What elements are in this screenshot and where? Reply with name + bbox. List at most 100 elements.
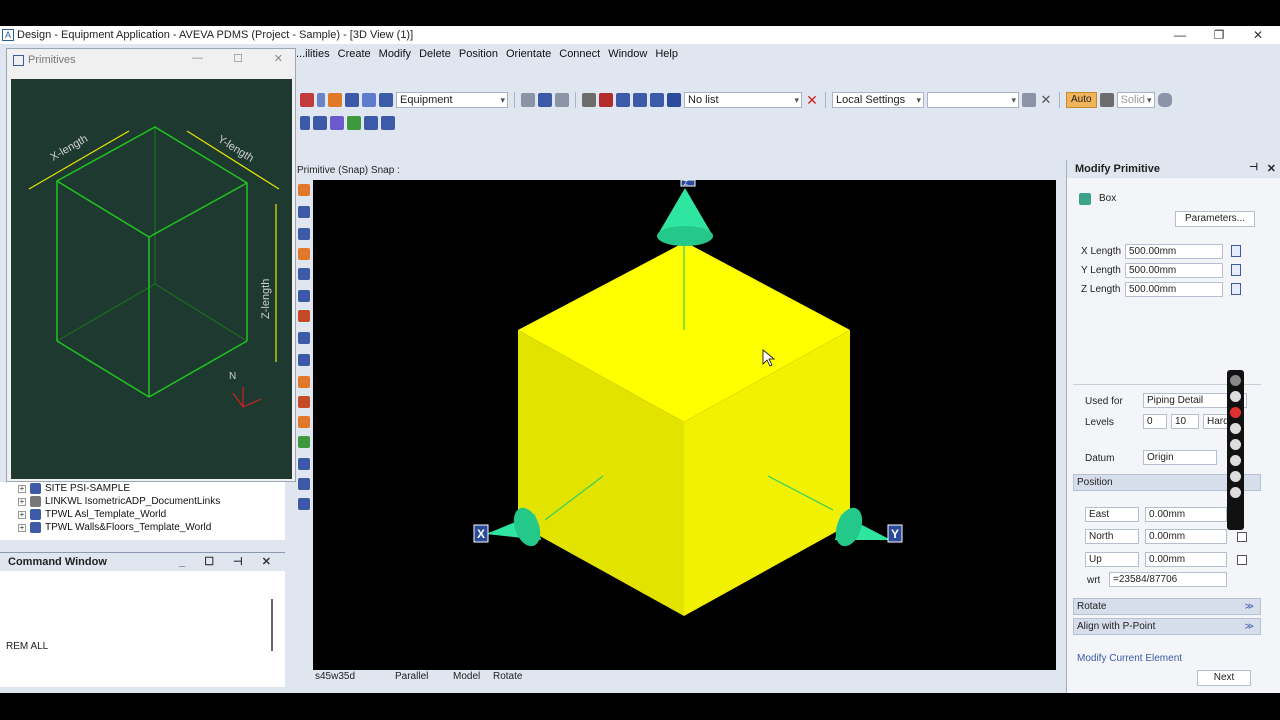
up-combo[interactable]: Up	[1085, 552, 1139, 567]
x-length-edit-icon[interactable]	[1231, 245, 1241, 257]
expand-icon[interactable]: +	[18, 510, 26, 519]
view2-icon[interactable]	[633, 93, 647, 107]
menu-orientate[interactable]: Orientate	[506, 46, 551, 64]
select-arrow-icon[interactable]	[300, 116, 310, 130]
database-icon[interactable]	[1157, 93, 1172, 107]
menu-window[interactable]: Window	[608, 46, 647, 64]
restore-button[interactable]: ❐	[1199, 26, 1239, 44]
side-tool-icon[interactable]	[298, 248, 310, 260]
minimize-button[interactable]: —	[1160, 26, 1200, 44]
delete-icon[interactable]: ✕	[805, 93, 819, 107]
side-tool-icons[interactable]	[298, 184, 310, 510]
east-field[interactable]: 0.00mm	[1145, 507, 1227, 522]
speaker-icon[interactable]	[1230, 439, 1241, 450]
primitives-minimize-button[interactable]: —	[192, 52, 203, 64]
north-lock-checkbox[interactable]	[1237, 532, 1247, 542]
axis-icon[interactable]	[364, 116, 378, 130]
clear-icon[interactable]: ✕	[1039, 93, 1053, 107]
interaction-mode[interactable]: Rotate	[493, 671, 553, 687]
menu-utilities[interactable]: ...ilities	[296, 46, 330, 64]
east-combo[interactable]: East	[1085, 507, 1139, 522]
z-length-field[interactable]: 500.00mm	[1125, 282, 1223, 297]
auto-button[interactable]: Auto	[1066, 92, 1097, 108]
up-lock-checkbox[interactable]	[1237, 555, 1247, 565]
level-min-field[interactable]: 0	[1143, 414, 1167, 429]
north-field[interactable]: 0.00mm	[1145, 529, 1227, 544]
menu-modify[interactable]: Modify	[379, 46, 411, 64]
list-icon[interactable]	[667, 93, 681, 107]
menu-help[interactable]: Help	[655, 46, 678, 64]
solid-combo[interactable]: Solid	[1116, 92, 1155, 108]
side-tool-icon[interactable]	[298, 290, 310, 302]
color-icon[interactable]	[1099, 93, 1114, 107]
side-tool-icon[interactable]	[298, 376, 310, 388]
y-length-field[interactable]: 500.00mm	[1125, 263, 1223, 278]
wrt-field[interactable]: =23584/87706	[1109, 572, 1227, 587]
datum-combo[interactable]: Origin	[1143, 450, 1217, 465]
y-length-edit-icon[interactable]	[1231, 264, 1241, 276]
z-handle-base[interactable]	[657, 226, 713, 246]
microphone-icon[interactable]	[1230, 423, 1241, 434]
z-length-edit-icon[interactable]	[1231, 283, 1241, 295]
parameters-button[interactable]: Parameters...	[1175, 211, 1255, 227]
modify-current-element-link[interactable]: Modify Current Element	[1077, 653, 1182, 664]
side-tool-icon[interactable]	[298, 332, 310, 344]
list-combo[interactable]: No list	[684, 92, 802, 108]
x-length-field[interactable]: 500.00mm	[1125, 244, 1223, 259]
redo-icon[interactable]	[555, 93, 569, 107]
tree-item[interactable]: + SITE PSI-SAMPLE	[0, 482, 285, 495]
blank-combo[interactable]	[927, 92, 1019, 108]
primitives-maximize-button[interactable]: ☐	[233, 52, 243, 65]
command-scrollbar[interactable]	[271, 599, 273, 651]
side-tool-icon[interactable]	[298, 478, 310, 490]
menu-create[interactable]: Create	[338, 46, 371, 64]
graph-icon[interactable]	[347, 116, 361, 130]
tree-item[interactable]: + TPWL Asl_Template_World	[0, 508, 285, 521]
menu-connect[interactable]: Connect	[559, 46, 600, 64]
undo-icon[interactable]	[538, 93, 552, 107]
pen-icon[interactable]	[1230, 375, 1241, 386]
side-tool-icon[interactable]	[298, 436, 310, 448]
panel-close-icon[interactable]: ✕	[1267, 162, 1276, 175]
settings-combo[interactable]: Local Settings	[832, 92, 924, 108]
side-tool-icon[interactable]	[298, 228, 310, 240]
tree-item[interactable]: + TPWL Walls&Floors_Template_World	[0, 521, 285, 534]
save-icon[interactable]	[599, 93, 613, 107]
grid-icon[interactable]	[300, 93, 314, 107]
expand-icon[interactable]: +	[18, 523, 26, 532]
align-section-header[interactable]: Align with P-Point ≫	[1073, 618, 1261, 635]
model-mode[interactable]: Model	[453, 671, 493, 687]
view-icon[interactable]	[616, 93, 630, 107]
north-combo[interactable]: North	[1085, 529, 1139, 544]
pointer-small-icon[interactable]	[317, 93, 325, 107]
text-icon[interactable]	[381, 116, 395, 130]
side-tool-icon[interactable]	[298, 184, 310, 196]
gear-icon[interactable]	[1230, 487, 1241, 498]
3d-scene[interactable]: X Y Z	[313, 179, 1056, 670]
side-tool-icon[interactable]	[298, 458, 310, 470]
window-icon[interactable]	[1230, 471, 1241, 482]
menu-delete[interactable]: Delete	[419, 46, 451, 64]
equipment-icon[interactable]	[379, 93, 393, 107]
projection-mode[interactable]: Parallel	[395, 671, 453, 687]
copy-icon[interactable]	[345, 93, 359, 107]
side-tool-icon[interactable]	[298, 206, 310, 218]
pin-icon[interactable]: ⊣	[1249, 162, 1258, 173]
view3-icon[interactable]	[650, 93, 664, 107]
menu-position[interactable]: Position	[459, 46, 498, 64]
clock-icon[interactable]	[1230, 455, 1241, 466]
side-tool-icon[interactable]	[298, 354, 310, 366]
create-icon[interactable]	[328, 93, 342, 107]
play-icon[interactable]	[330, 116, 344, 130]
side-tool-icon[interactable]	[298, 396, 310, 408]
side-tool-icon[interactable]	[298, 416, 310, 428]
record-icon[interactable]	[1230, 407, 1241, 418]
up-field[interactable]: 0.00mm	[1145, 552, 1227, 567]
side-tool-icon[interactable]	[298, 498, 310, 510]
application-combo[interactable]: Equipment	[396, 92, 508, 108]
expand-icon[interactable]: +	[18, 497, 26, 506]
level-max-field[interactable]: 10	[1171, 414, 1199, 429]
tree-item[interactable]: + LINKWL IsometricADP_DocumentLinks	[0, 495, 285, 508]
primitives-close-button[interactable]: ✕	[274, 52, 283, 65]
camera-icon[interactable]	[1230, 391, 1241, 402]
